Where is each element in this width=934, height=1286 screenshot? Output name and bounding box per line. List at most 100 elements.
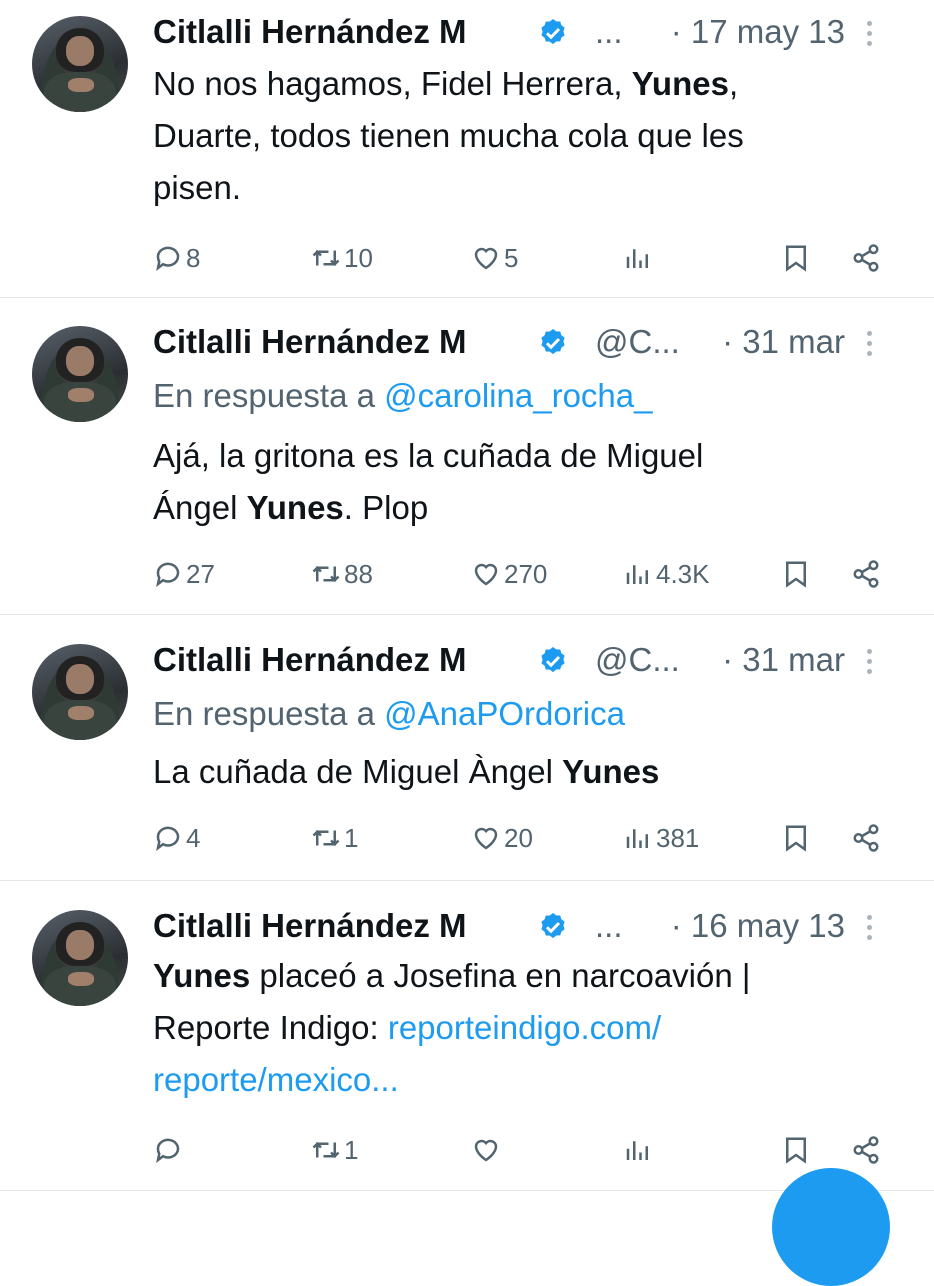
author-handle[interactable]: ... — [595, 12, 623, 52]
avatar[interactable] — [32, 16, 128, 112]
share-button[interactable] — [851, 238, 881, 278]
reply-icon — [156, 1138, 180, 1163]
divider — [0, 880, 934, 881]
divider — [0, 614, 934, 615]
retweet-count: 88 — [344, 558, 373, 589]
bookmark-button[interactable] — [781, 554, 811, 594]
like-count: 20 — [504, 822, 533, 853]
author-name[interactable]: Citlalli Hernández M — [153, 322, 467, 362]
reply-button[interactable]: 27 — [153, 554, 215, 594]
tweet-actions: 4 1 20 381 — [153, 818, 893, 858]
views-button[interactable] — [623, 1130, 656, 1170]
share-icon — [853, 244, 879, 272]
views-button[interactable]: 381 — [623, 818, 699, 858]
more-icon[interactable] — [865, 328, 873, 358]
like-button[interactable]: 5 — [471, 238, 518, 278]
reply-button[interactable]: 8 — [153, 238, 200, 278]
tweet-date[interactable]: · 16 may 13 — [671, 906, 845, 946]
verified-badge-icon — [541, 19, 565, 45]
verified-badge-icon — [541, 913, 565, 939]
views-count: 4.3K — [656, 558, 710, 589]
reply-icon — [156, 246, 180, 271]
share-icon — [853, 1136, 879, 1164]
tweet-link[interactable]: reporteindigo.com/ — [388, 1009, 661, 1046]
like-count: 270 — [504, 558, 548, 589]
tweet-text: No nos hagamos, Fidel Herrera, Yunes, Du… — [153, 65, 744, 206]
retweet-icon — [312, 565, 340, 583]
retweet-count: 1 — [344, 1134, 359, 1165]
retweet-count: 1 — [344, 822, 359, 853]
tweet-actions: 8 10 5 — [153, 238, 893, 278]
views-icon — [626, 565, 648, 584]
bookmark-icon — [786, 825, 806, 852]
author-name[interactable]: Citlalli Hernández M — [153, 12, 467, 52]
compose-button[interactable] — [772, 1168, 890, 1286]
share-icon — [853, 824, 879, 852]
share-button[interactable] — [851, 818, 881, 858]
reply-mention[interactable]: @AnaPOrdorica — [384, 695, 625, 732]
verified-badge-icon — [541, 329, 565, 355]
retweet-button[interactable]: 10 — [311, 238, 373, 278]
reply-button[interactable] — [153, 1130, 186, 1170]
tweet-actions: 27 88 270 4.3K — [153, 554, 893, 594]
retweet-icon — [312, 249, 340, 267]
reply-count: 27 — [186, 558, 215, 589]
retweet-icon — [312, 829, 340, 847]
reply-count: 8 — [186, 242, 201, 273]
reply-mention[interactable]: @carolina_rocha_ — [384, 377, 652, 414]
like-button[interactable]: 20 — [471, 818, 533, 858]
reply-context: En respuesta a @AnaPOrdorica — [153, 695, 625, 732]
share-icon — [853, 560, 879, 588]
avatar[interactable] — [32, 644, 128, 740]
bookmark-icon — [786, 1137, 806, 1164]
bookmark-button[interactable] — [781, 1130, 811, 1170]
reply-icon — [156, 562, 180, 587]
retweet-button[interactable]: 88 — [311, 554, 373, 594]
tweet-text: Yunes placeó a Josefina en narcoavión | … — [153, 957, 751, 1098]
views-button[interactable] — [623, 238, 656, 278]
tweet-date[interactable]: · 17 may 13 — [671, 12, 845, 52]
tweet-link[interactable]: reporte/mexico... — [153, 1061, 399, 1098]
bookmark-icon — [786, 245, 806, 272]
author-handle[interactable]: ... — [595, 906, 623, 946]
author-handle[interactable]: @C... — [595, 322, 680, 362]
tweet-date[interactable]: · 31 mar — [722, 640, 845, 680]
verified-badge-icon — [541, 647, 565, 673]
views-count: 381 — [656, 822, 700, 853]
reply-count: 4 — [186, 822, 201, 853]
reply-context: En respuesta a @carolina_rocha_ — [153, 377, 653, 414]
bookmark-icon — [786, 561, 806, 588]
retweet-count: 10 — [344, 242, 373, 273]
author-name[interactable]: Citlalli Hernández M — [153, 640, 467, 680]
retweet-icon — [312, 1141, 340, 1159]
reply-icon — [156, 826, 180, 851]
like-button[interactable]: 270 — [471, 554, 547, 594]
avatar[interactable] — [32, 910, 128, 1006]
divider — [0, 297, 934, 298]
bookmark-button[interactable] — [781, 238, 811, 278]
heart-icon — [474, 563, 498, 586]
retweet-button[interactable]: 1 — [311, 1130, 358, 1170]
avatar[interactable] — [32, 326, 128, 422]
views-button[interactable]: 4.3K — [623, 554, 710, 594]
tweet-text: La cuñada de Miguel Àngel Yunes — [153, 753, 660, 790]
views-icon — [626, 1141, 648, 1160]
more-icon[interactable] — [865, 18, 873, 48]
more-icon[interactable] — [865, 912, 873, 942]
more-icon[interactable] — [865, 646, 873, 676]
heart-icon — [474, 247, 498, 270]
bookmark-button[interactable] — [781, 818, 811, 858]
tweet-date[interactable]: · 31 mar — [722, 322, 845, 362]
share-button[interactable] — [851, 554, 881, 594]
like-count: 5 — [504, 242, 519, 273]
reply-button[interactable]: 4 — [153, 818, 200, 858]
author-handle[interactable]: @C... — [595, 640, 680, 680]
tweet-text: Ajá, la gritona es la cuñada de Miguel Á… — [153, 437, 704, 526]
like-button[interactable] — [471, 1130, 504, 1170]
heart-icon — [474, 827, 498, 850]
author-name[interactable]: Citlalli Hernández M — [153, 906, 467, 946]
share-button[interactable] — [851, 1130, 881, 1170]
tweet-actions: 1 — [153, 1130, 893, 1170]
retweet-button[interactable]: 1 — [311, 818, 358, 858]
views-icon — [626, 249, 648, 268]
